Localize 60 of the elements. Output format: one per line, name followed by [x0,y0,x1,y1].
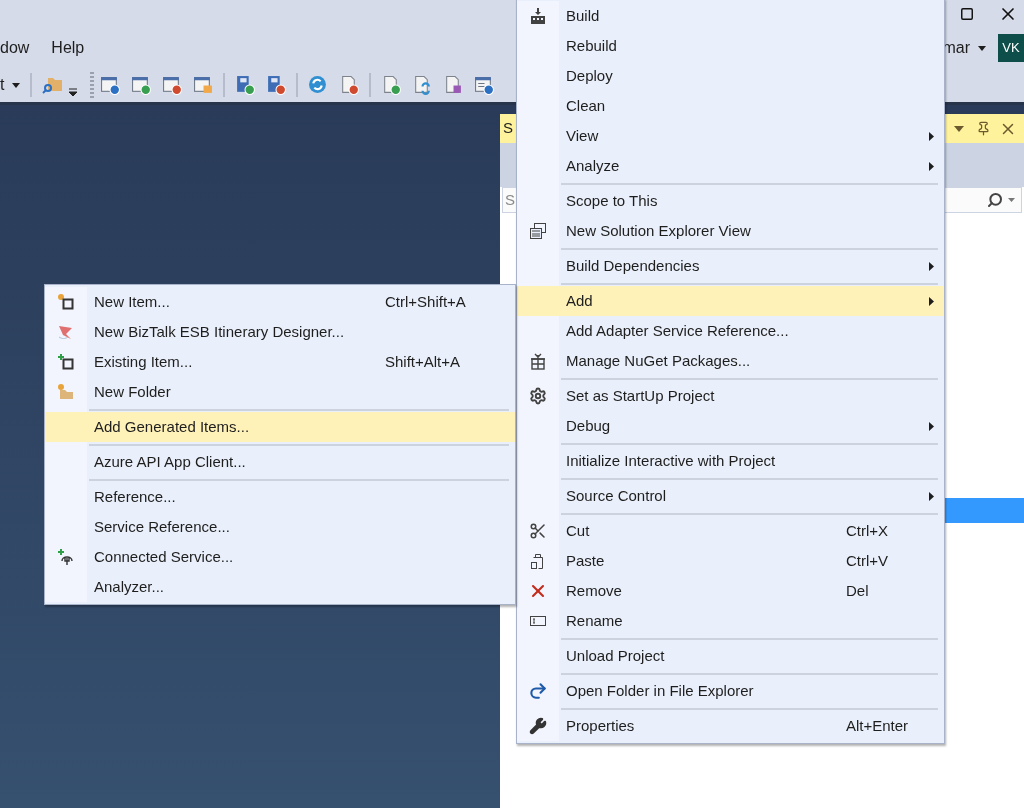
menu-item[interactable]: New BizTalk ESB Itinerary Designer... [45,317,515,347]
menu-item[interactable]: Remove Del [517,576,944,606]
search-icon[interactable] [987,192,1003,208]
menu-item[interactable]: Service Reference... [45,512,515,542]
caret-icon[interactable] [978,45,986,51]
avatar[interactable]: VK [998,34,1024,62]
caret-icon [12,82,21,88]
menu-bar-item[interactable]: Help [51,36,85,60]
menu-item[interactable]: Add Generated Items... [45,412,515,442]
menu-item[interactable]: Open Folder in File Explorer [517,676,944,706]
menu-item[interactable]: Azure API App Client... [45,447,515,477]
menu-item[interactable]: Build [517,1,944,31]
menu-item[interactable]: Reference... [45,482,515,512]
menu-item[interactable]: Source Control [517,481,944,511]
menu-item[interactable]: Manage NuGet Packages... [517,346,944,376]
menu-item[interactable]: Analyze [517,151,944,181]
menu-item[interactable]: View [517,121,944,151]
toolbar-dropdown[interactable]: t [0,73,27,97]
window-box-icon[interactable] [193,75,214,95]
restore-window-icon[interactable] [960,7,974,21]
menu-bar-item[interactable]: dow [0,36,30,60]
menu-item[interactable]: Build Dependencies [517,251,944,281]
menu-item[interactable]: Analyzer... [45,572,515,602]
menu-item[interactable]: New Item... Ctrl+Shift+A [45,287,515,317]
menu-item[interactable]: Debug [517,411,944,441]
menu-item[interactable]: Rename [517,606,944,636]
document-sync-icon[interactable] [412,75,433,95]
menu-item[interactable]: Cut Ctrl+X [517,516,944,546]
menu-item[interactable]: Paste Ctrl+V [517,546,944,576]
new-folder-icon [57,383,75,401]
menu-item[interactable]: Clean [517,91,944,121]
menu-item[interactable]: Add Adapter Service Reference... [517,316,944,346]
folder-search-icon[interactable] [42,75,65,95]
menu-item[interactable]: Unload Project [517,641,944,671]
factory-icon [529,7,547,25]
document-save-icon[interactable] [443,75,464,95]
menu-item[interactable]: Rebuild [517,31,944,61]
wrench-icon [529,717,547,735]
add-item-icon [57,353,75,371]
panel-title: S [503,118,513,139]
pin-icon[interactable] [976,121,991,136]
menu-item[interactable]: Existing Item... Shift+Alt+A [45,347,515,377]
menu-item[interactable]: Initialize Interactive with Project [517,446,944,476]
gear-icon [529,387,547,405]
menu-item[interactable]: Add [517,286,944,316]
menu-item[interactable]: Set as StartUp Project [517,381,944,411]
refresh-icon[interactable] [308,75,329,95]
menu-item[interactable]: Connected Service... [45,542,515,572]
menu-item[interactable]: Deploy [517,61,944,91]
menu-item[interactable]: Properties Alt+Enter [517,711,944,741]
new-item-icon [57,293,75,311]
scissors-icon [529,522,547,540]
redo-arrow-icon [528,681,548,701]
dropdown-icon[interactable] [954,125,964,132]
menu-item[interactable]: New Folder [45,377,515,407]
menu-item[interactable]: Scope to This [517,186,944,216]
menu-item[interactable]: New Solution Explorer View [517,216,944,246]
windows-icon [529,222,547,240]
gift-icon [529,352,547,370]
overflow-icon[interactable] [68,87,79,97]
